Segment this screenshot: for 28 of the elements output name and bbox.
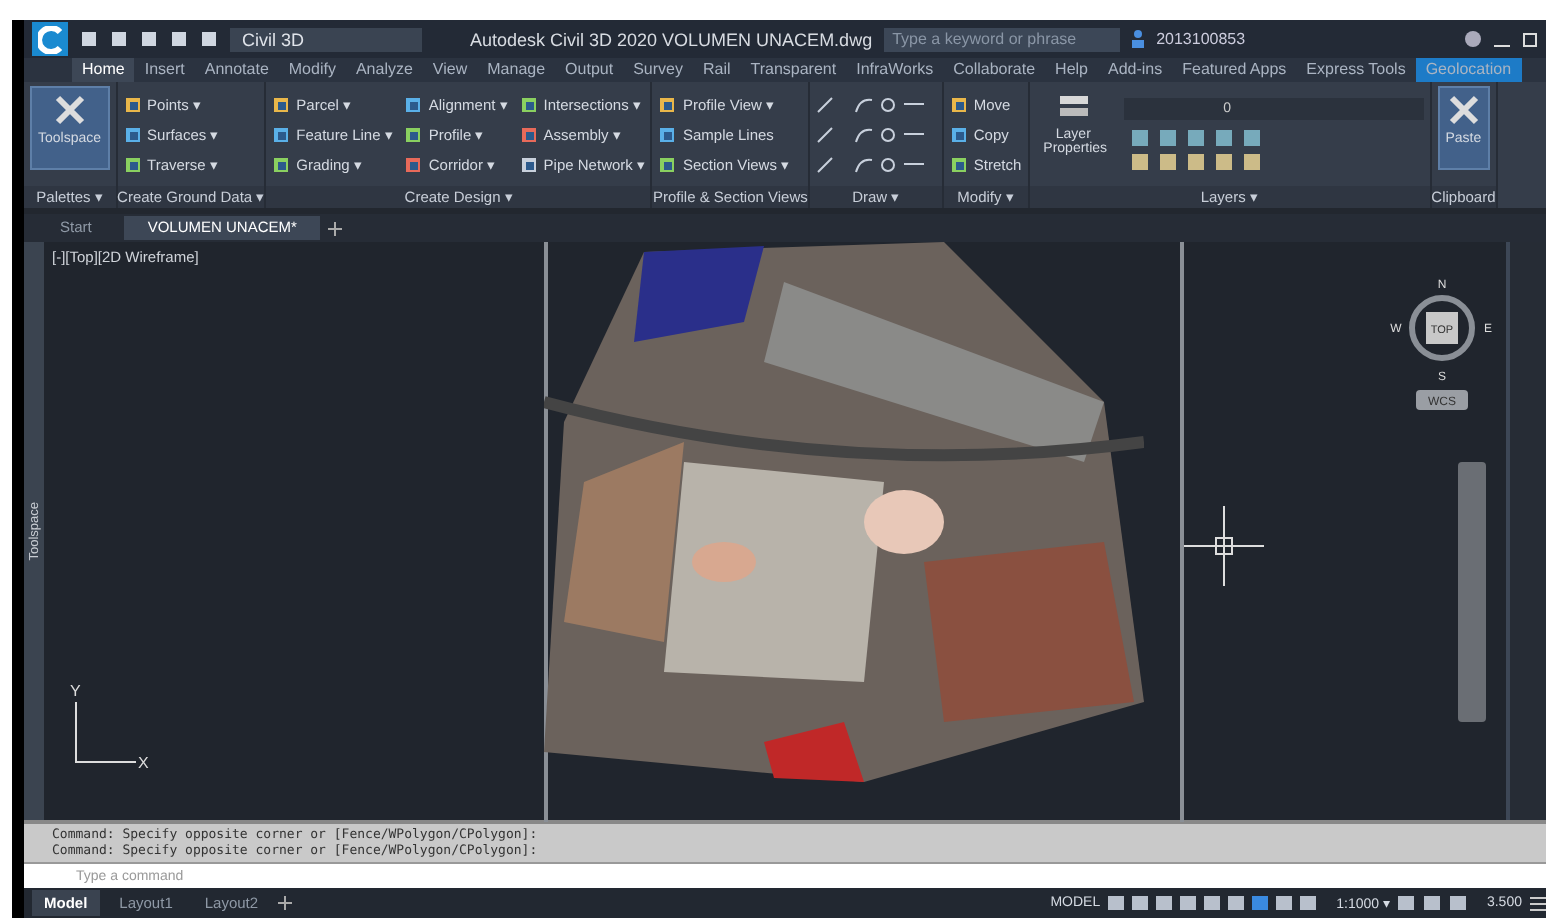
ribbon-tab[interactable]: Help bbox=[1045, 58, 1098, 82]
ribbon-tab[interactable]: Analyze bbox=[345, 58, 423, 82]
ribbon-tab[interactable]: Rail bbox=[692, 58, 741, 82]
add-icon[interactable] bbox=[278, 896, 293, 910]
ribbon-tab[interactable]: Express Tools bbox=[1296, 58, 1416, 82]
menu-icon[interactable] bbox=[1530, 895, 1546, 911]
ribbon-tab[interactable]: Manage bbox=[477, 58, 556, 82]
user-name[interactable]: 2013100853 bbox=[1156, 30, 1246, 48]
user-icon bbox=[1132, 30, 1145, 48]
search-field[interactable]: Type a keyword or phrase bbox=[884, 27, 1121, 51]
ribbon-tab[interactable]: Transparent bbox=[740, 58, 847, 82]
ribbon-tab[interactable]: Featured Apps bbox=[1172, 58, 1297, 82]
ribbon-tab[interactable]: Collaborate bbox=[943, 58, 1046, 82]
ribbon-tab[interactable]: Home bbox=[72, 58, 135, 82]
maximize-icon[interactable] bbox=[1522, 31, 1538, 47]
ribbon-tab[interactable]: Modify bbox=[278, 58, 346, 82]
ribbon-tab[interactable]: View bbox=[422, 58, 478, 82]
app-logo[interactable] bbox=[32, 22, 68, 56]
window-title: Autodesk Civil 3D 2020 VOLUMEN UNACEM.dwg bbox=[470, 29, 873, 49]
ribbon-tab[interactable]: Survey bbox=[623, 58, 693, 82]
ribbon-tab[interactable]: Add-ins bbox=[1098, 58, 1173, 82]
crosshair-icon bbox=[1184, 506, 1264, 586]
add-icon[interactable] bbox=[328, 221, 343, 235]
ribbon-tab[interactable]: Annotate bbox=[194, 58, 279, 82]
ribbon-tab[interactable]: Output bbox=[555, 58, 624, 82]
workspace-dropdown[interactable]: Civil 3D bbox=[230, 27, 422, 51]
ribbon-tab[interactable]: InfraWorks bbox=[846, 58, 944, 82]
ribbon-tab[interactable]: Insert bbox=[134, 58, 195, 82]
